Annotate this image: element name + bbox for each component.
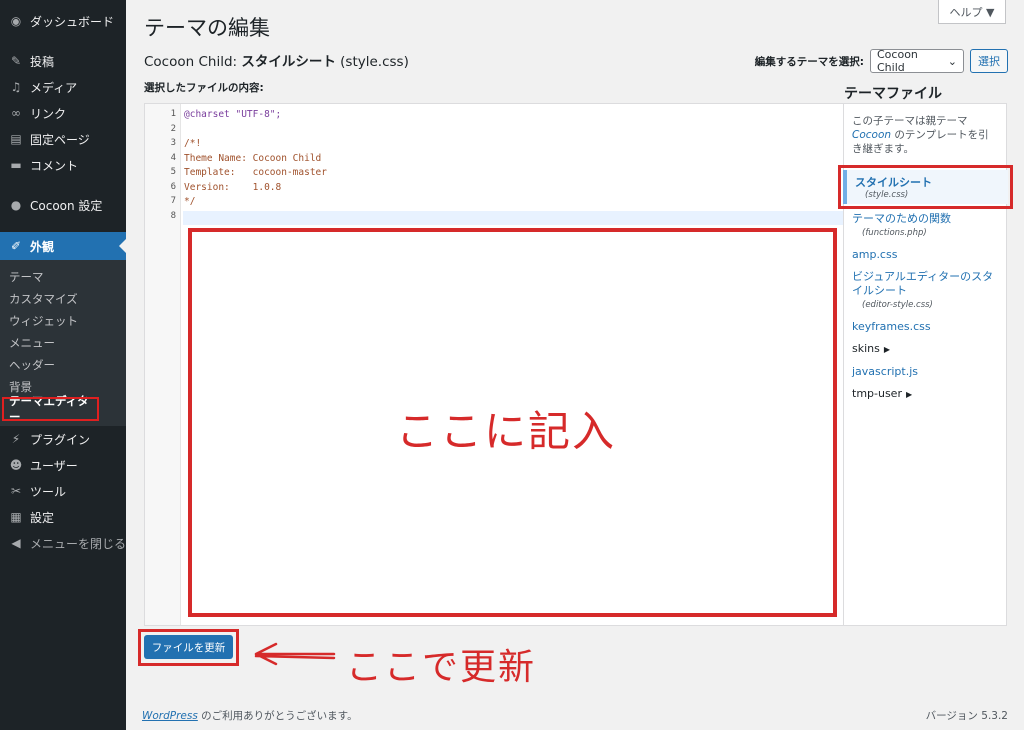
code-line: Template: cocoon-master [184, 167, 327, 178]
line-number: 8 [170, 210, 176, 221]
menu-pages[interactable]: ▤ 固定ページ [0, 126, 126, 152]
file-entry-current[interactable]: スタイルシート (style.css) [838, 165, 1013, 209]
file-heading: Cocoon Child: スタイルシート (style.css) [144, 54, 409, 70]
line-number: 1 [170, 109, 176, 119]
file-entry[interactable]: javascript.js [852, 365, 998, 379]
menu-media[interactable]: ♫ メディア [0, 74, 126, 100]
folder-entry[interactable]: skins ▶ [852, 342, 998, 357]
theme-select-label: 編集するテーマを選択: [754, 55, 864, 68]
sub-menus[interactable]: メニュー [0, 332, 126, 354]
sub-customize[interactable]: カスタマイズ [0, 288, 126, 310]
file-entry[interactable]: ビジュアルエディターのスタイルシート (editor-style.css) [852, 270, 998, 312]
folder-entry[interactable]: tmp-user ▶ [852, 387, 998, 402]
menu-links[interactable]: ∞ リンク [0, 100, 126, 126]
plugin-icon: ⚡ [11, 432, 21, 446]
theme-files-title: テーマファイル [844, 86, 942, 102]
line-number: 4 [170, 152, 176, 163]
sub-theme-editor[interactable]: テーマエディター [2, 394, 99, 424]
sub-widgets[interactable]: ウィジェット [0, 310, 126, 332]
code-line: @charset "UTF-8"; [184, 109, 282, 120]
line-gutter: 1 2 3 4 5 6 7 8 [145, 104, 181, 625]
menu-posts[interactable]: ✎ 投稿 [0, 48, 126, 74]
select-theme-button[interactable]: 選択 [970, 49, 1008, 73]
line-number: 2 [170, 123, 176, 134]
main-content: テーマの編集 ヘルプ ▼ Cocoon Child: スタイルシート (styl… [126, 0, 1024, 730]
code-line: Version: 1.0.8 [184, 181, 282, 193]
update-highlight: ファイルを更新 [138, 629, 239, 666]
menu-appearance[interactable]: ✐ 外観 [0, 232, 126, 260]
theme-select-area: 編集するテーマを選択: Cocoon Child ⌄ 選択 [754, 48, 1008, 74]
code-line: /*! [184, 138, 202, 149]
help-button[interactable]: ヘルプ ▼ [938, 0, 1006, 24]
user-icon: ☻ [9, 458, 23, 472]
triangle-right-icon: ▶ [883, 345, 891, 354]
arrow-left-icon [254, 642, 336, 666]
settings-icon: ▦ [10, 510, 22, 524]
file-entry[interactable]: keyframes.css [852, 320, 998, 334]
footer-version: バージョン 5.3.2 [925, 710, 1008, 722]
code-line: Theme Name: Cocoon Child [184, 152, 322, 164]
content-label: 選択したファイルの内容: [144, 82, 264, 94]
line-number: 5 [170, 167, 176, 177]
theme-files-list: この子テーマは親テーマ Cocoon のテンプレートを引き継ぎます。 スタイルシ… [838, 103, 1013, 626]
file-entry[interactable]: テーマのための関数 (functions.php) [852, 212, 998, 240]
sub-themes[interactable]: テーマ [0, 266, 126, 288]
link-icon: ∞ [11, 106, 21, 120]
line-number: 7 [170, 196, 176, 206]
page-icon: ▤ [10, 132, 22, 146]
sub-header[interactable]: ヘッダー [0, 354, 126, 376]
code-line-active [183, 210, 843, 225]
menu-cocoon[interactable]: ● Cocoon 設定 [0, 192, 126, 218]
theme-select[interactable]: Cocoon Child ⌄ [870, 48, 964, 74]
footer-thanks: WordPress のご利用ありがとうございます。 [142, 710, 358, 722]
wrench-icon: ✂ [10, 484, 22, 498]
menu-dashboard[interactable]: ◉ ダッシュボード [0, 8, 126, 34]
code-line: */ [184, 196, 196, 207]
line-number: 3 [170, 138, 176, 148]
appearance-submenu: テーマ カスタマイズ ウィジェット メニュー ヘッダー 背景 テーマエディター [0, 260, 126, 426]
triangle-right-icon: ▶ [905, 390, 913, 399]
media-icon: ♫ [10, 80, 22, 94]
line-number: 6 [170, 181, 176, 192]
comment-icon: ▬ [10, 158, 22, 172]
dashboard-icon: ◉ [10, 14, 22, 28]
brush-icon: ✐ [10, 239, 22, 253]
cocoon-icon: ● [10, 198, 22, 212]
menu-plugins[interactable]: ⚡ プラグイン [0, 426, 126, 452]
admin-sidebar: ◉ ダッシュボード ✎ 投稿 ♫ メディア ∞ リンク ▤ 固定ページ ▬ コメント ● Co… [0, 0, 126, 730]
menu-users[interactable]: ☻ ユーザー [0, 452, 126, 478]
parent-theme-note: この子テーマは親テーマ Cocoon のテンプレートを引き継ぎます。 [852, 115, 989, 155]
menu-tools[interactable]: ✂ ツール [0, 478, 126, 504]
menu-collapse[interactable]: ◀ メニューを閉じる [0, 530, 126, 556]
collapse-icon: ◀ [11, 536, 21, 550]
update-here-annotation: ここで更新 [346, 647, 537, 688]
menu-comments[interactable]: ▬ コメント [0, 152, 126, 178]
chevron-down-icon: ⌄ [947, 54, 957, 68]
update-file-button[interactable]: ファイルを更新 [144, 635, 233, 659]
page-title: テーマの編集 [144, 16, 270, 40]
menu-settings[interactable]: ▦ 設定 [0, 504, 126, 530]
pin-icon: ✎ [10, 54, 22, 68]
file-entry[interactable]: amp.css [852, 248, 998, 262]
write-here-annotation: ここに記入 [396, 407, 617, 456]
